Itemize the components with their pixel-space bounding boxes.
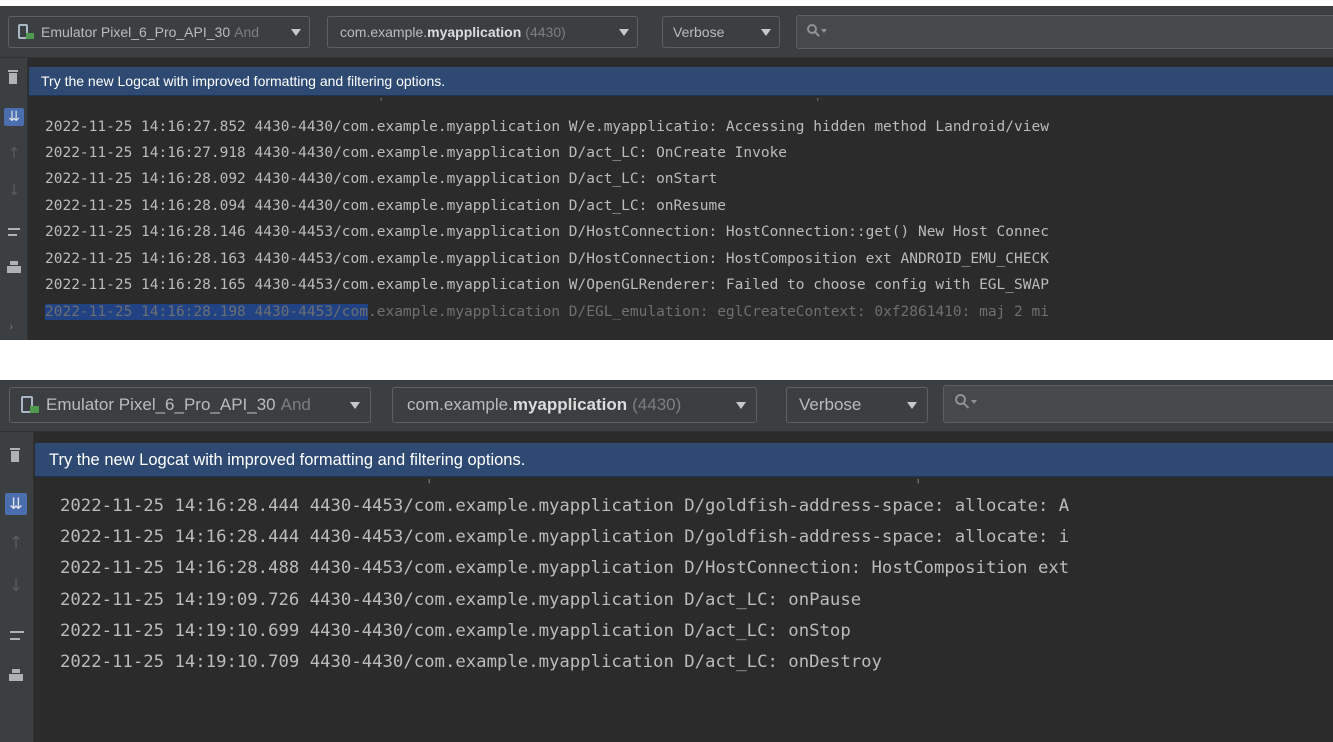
log-line: 2022-11-25 14:19:10.699 4430-4430/com.ex… xyxy=(60,621,851,641)
log-line: 2022-11-25 14:19:09.726 4430-4430/com.ex… xyxy=(60,590,862,610)
log-output[interactable]: ┬ ┬ 2022-11-25 14:16:27.852 4430-4430/co… xyxy=(29,98,1333,340)
logcat-panel-bottom: Emulator Pixel_6_Pro_API_30 And com.exam… xyxy=(0,380,1333,742)
process-selector[interactable]: com.example. myapplication (4430) xyxy=(327,16,638,48)
log-line: 2022-11-25 14:16:27.852 4430-4430/com.ex… xyxy=(45,119,1049,135)
device-name: Emulator Pixel_6_Pro_API_30 xyxy=(46,395,276,414)
log-line: 2022-11-25 14:16:28.488 4430-4453/com.ex… xyxy=(60,558,1070,578)
log-line: 2022-11-25 14:16:28.165 4430-4453/com.ex… xyxy=(45,277,1049,293)
process-app-name: myapplication xyxy=(427,24,522,40)
chevron-down-icon xyxy=(761,29,771,36)
logcat-toolbar: Emulator Pixel_6_Pro_API_30 And com.exam… xyxy=(0,6,1333,58)
process-app-name: myapplication xyxy=(512,395,628,414)
log-line-partial-top: ┬ ┬ xyxy=(60,479,923,490)
log-output[interactable]: ┬ ┬ 2022-11-25 14:16:28.444 4430-4453/co… xyxy=(35,479,1333,742)
scroll-to-end-icon[interactable]: ⇊ xyxy=(5,493,27,515)
logcat-panel-top: Emulator Pixel_6_Pro_API_30 And com.exam… xyxy=(0,6,1333,340)
process-selector[interactable]: com.example. myapplication (4430) xyxy=(392,387,757,423)
chevron-down-icon xyxy=(619,29,629,36)
search-icon-handle xyxy=(814,31,820,37)
log-line: 2022-11-25 14:16:28.092 4430-4430/com.ex… xyxy=(45,171,718,187)
arrow-down-icon[interactable]: ↓ xyxy=(4,183,24,198)
log-line: 2022-11-25 14:19:10.709 4430-4430/com.ex… xyxy=(60,652,882,672)
chevron-down-icon xyxy=(736,402,746,409)
log-line-partial-bottom: 2022-11-25 14:16:28.198 4430-4453/com.ex… xyxy=(45,299,1049,325)
device-icon xyxy=(20,396,42,414)
print-icon[interactable] xyxy=(6,669,26,685)
logcat-sidebar: ⇊ ↑ ↓ xyxy=(0,432,34,742)
chevron-down-icon xyxy=(291,29,301,36)
search-history-caret-icon xyxy=(821,29,827,33)
device-suffix: And xyxy=(234,24,260,40)
log-line: 2022-11-25 14:16:28.146 4430-4453/com.ex… xyxy=(45,224,1049,240)
log-level-selector[interactable]: Verbose xyxy=(662,16,780,48)
trash-icon[interactable] xyxy=(6,448,26,462)
new-logcat-banner[interactable]: Try the new Logcat with improved formatt… xyxy=(29,67,1333,96)
process-pid: (4430) xyxy=(632,395,682,414)
chevron-down-icon xyxy=(350,402,360,409)
search-input[interactable] xyxy=(796,15,1333,49)
process-pid: (4430) xyxy=(525,24,566,40)
search-input[interactable] xyxy=(943,385,1333,423)
log-line: 2022-11-25 14:16:28.163 4430-4453/com.ex… xyxy=(45,251,1049,267)
device-selector[interactable]: Emulator Pixel_6_Pro_API_30 And xyxy=(8,16,310,48)
log-line: 2022-11-25 14:16:28.444 4430-4453/com.ex… xyxy=(60,496,1070,516)
expand-icon[interactable]: › xyxy=(9,320,19,333)
arrow-up-icon[interactable]: ↑ xyxy=(6,535,26,552)
scroll-to-end-icon[interactable]: ⇊ xyxy=(4,108,24,126)
process-prefix: com.example. xyxy=(340,24,428,40)
logcat-toolbar: Emulator Pixel_6_Pro_API_30 And com.exam… xyxy=(0,380,1333,432)
print-icon[interactable] xyxy=(4,261,24,275)
device-suffix: And xyxy=(280,395,311,414)
new-logcat-banner[interactable]: Try the new Logcat with improved formatt… xyxy=(35,443,1333,477)
log-level-selector[interactable]: Verbose xyxy=(786,387,928,423)
log-line: 2022-11-25 14:16:28.444 4430-4453/com.ex… xyxy=(60,527,1070,547)
log-line-rest: .example.myapplication D/EGL_emulation: … xyxy=(368,304,1049,320)
selected-text: 2022-11-25 14:16:28.198 4430-4453/com xyxy=(45,304,369,320)
logcat-sidebar: ⇊ ↑ ↓ › xyxy=(0,58,28,340)
process-prefix: com.example. xyxy=(407,395,513,414)
log-level-label: Verbose xyxy=(673,24,725,40)
log-level-label: Verbose xyxy=(799,395,862,414)
soft-wrap-icon[interactable] xyxy=(6,629,26,645)
chevron-down-icon xyxy=(907,402,917,409)
device-name: Emulator Pixel_6_Pro_API_30 xyxy=(41,24,231,40)
trash-icon[interactable] xyxy=(4,70,24,84)
arrow-up-icon[interactable]: ↑ xyxy=(4,146,24,161)
search-icon-handle xyxy=(962,402,970,409)
arrow-down-icon[interactable]: ↓ xyxy=(6,578,26,595)
log-line: 2022-11-25 14:16:27.918 4430-4430/com.ex… xyxy=(45,145,788,161)
log-line-partial-top: ┬ ┬ xyxy=(45,98,822,106)
device-selector[interactable]: Emulator Pixel_6_Pro_API_30 And xyxy=(9,387,371,423)
soft-wrap-icon[interactable] xyxy=(4,226,24,240)
search-history-caret-icon xyxy=(971,400,977,404)
log-line: 2022-11-25 14:16:28.094 4430-4430/com.ex… xyxy=(45,198,726,214)
device-icon xyxy=(17,24,37,40)
